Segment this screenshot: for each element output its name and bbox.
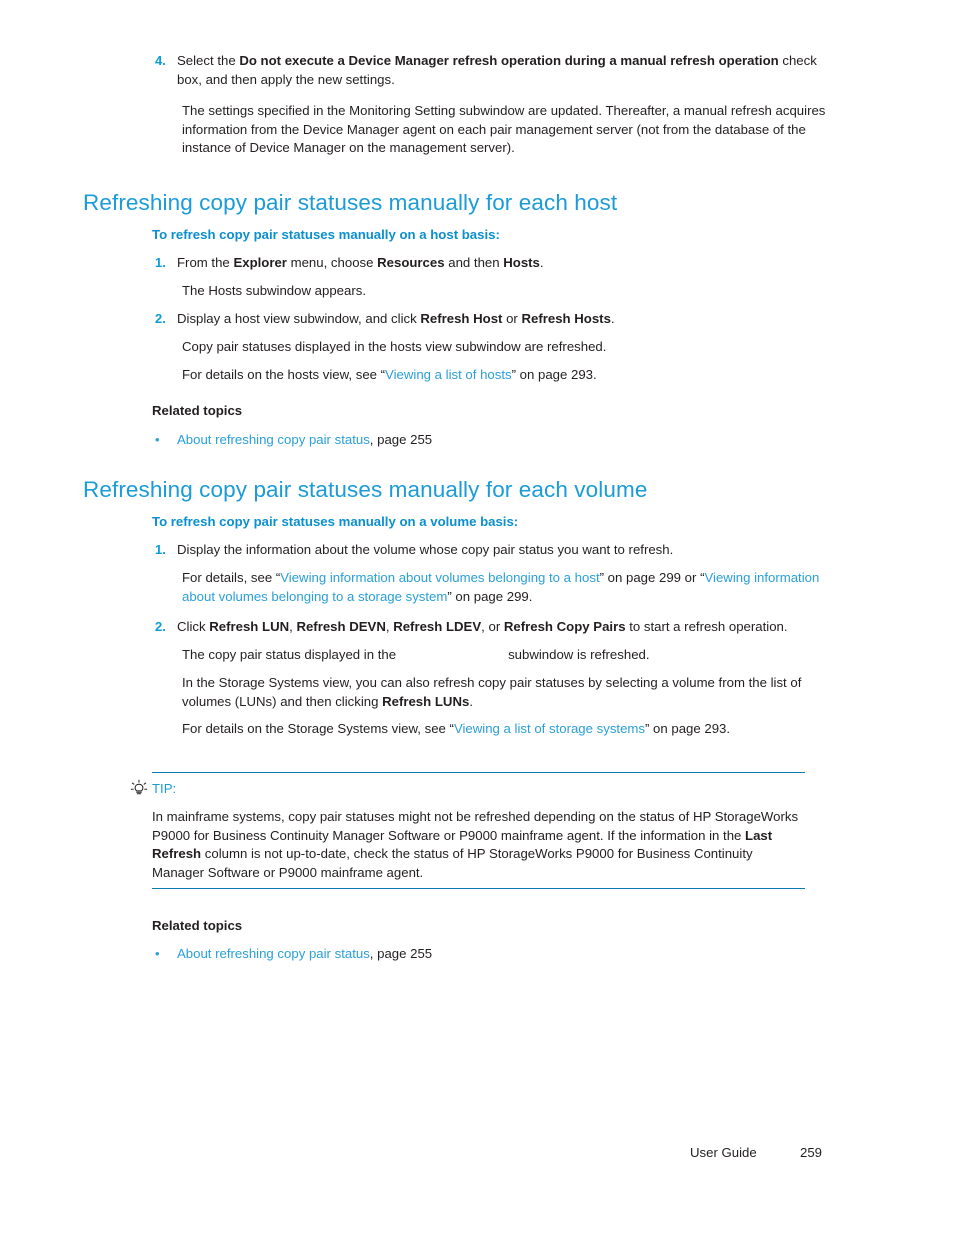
text-fragment: menu, choose [286,255,378,270]
text-fragment: . [469,693,473,709]
step-content: Select the Do not execute a Device Manag… [177,52,830,89]
footer-label: User Guide [690,1145,757,1160]
tip-box-top-rule [152,772,805,773]
step-number: 1. [155,542,166,557]
related-topic-page: , page 255 [369,432,433,447]
text-fragment: . [610,311,615,326]
text-fragment: ” on page 293. [511,367,597,382]
step-number: 2. [155,311,166,326]
text-fragment: Click [177,619,210,634]
step-content: From the Explorer menu, choose Resources… [177,254,830,273]
volume-step2-storage-note: In the Storage Systems view, you can als… [182,674,827,711]
step-number: 4. [155,53,166,68]
volume-step2-detail: For details on the Storage Systems view,… [182,720,832,739]
related-topics-heading-volume: Related topics [152,918,243,933]
text-fragment: subwindow is refreshed. [508,647,650,662]
step4-result-paragraph: The settings specified in the Monitoring… [182,103,826,156]
text-fragment: The copy pair status displayed in the [182,647,397,662]
menu-explorer: Explorer [233,255,287,270]
text-fragment: From the [177,255,234,270]
text-fragment: For details, see “ [182,570,281,585]
related-topic-list-item: • About refreshing copy pair status, pag… [155,431,755,450]
text-fragment: to start a refresh operation. [625,619,788,634]
tip-box-bottom-rule [152,888,805,889]
volume-step-2: 2. Click Refresh LUN, Refresh DEVN, Refr… [155,618,845,637]
host-step2-result: Copy pair statuses displayed in the host… [182,339,607,354]
text-fragment: ” on page 299 or “ [599,570,705,585]
text-fragment: In the Storage Systems view, you can als… [182,675,802,709]
tip-body-text: In mainframe systems, copy pair statuses… [152,808,807,882]
lightbulb-icon [130,779,148,799]
page-title-host-section: Refreshing copy pair statuses manually f… [83,190,618,215]
step-content: Click Refresh LUN, Refresh DEVN, Refresh… [177,618,845,637]
step-item-4: 4. Select the Do not execute a Device Ma… [155,52,830,89]
bullet-icon: • [155,432,160,447]
text-fragment: or [502,311,522,326]
text-fragment: column is not up-to-date, check the stat… [152,846,753,880]
text-fragment: ” on page 293. [645,721,731,736]
text-fragment: ” on page 299. [447,588,533,604]
tip-label: TIP: [152,781,177,796]
button-refresh-copy-pairs: Refresh Copy Pairs [503,619,626,634]
volume-step2-result: The copy pair status displayed in the sub… [182,646,832,665]
cross-reference-link-volumes-host[interactable]: Viewing information about volumes belong… [280,570,599,585]
menu-resources: Resources [377,255,445,270]
subheading-volume-procedure: To refresh copy pair statuses manually o… [152,514,519,529]
text-fragment: Display a host view subwindow, and click [177,311,421,326]
page-title-volume-section: Refreshing copy pair statuses manually f… [83,477,648,502]
related-topics-heading-host: Related topics [152,403,243,418]
host-step-2: 2. Display a host view subwindow, and cl… [155,310,830,329]
step4-text-before: Select the [177,53,240,68]
text-fragment: For details on the Storage Systems view,… [182,721,454,736]
text-fragment: In mainframe systems, copy pair statuses… [152,809,799,843]
bullet-icon: • [155,946,160,961]
cross-reference-link-viewing-list-of-hosts[interactable]: Viewing a list of hosts [385,367,512,382]
menu-hosts: Hosts [503,255,540,270]
step4-bold-option: Do not execute a Device Manager refresh … [239,53,779,68]
text-fragment: . [539,255,544,270]
cross-reference-link-storage-systems-list[interactable]: Viewing a list of storage systems [454,721,645,736]
button-refresh-host: Refresh Host [420,311,503,326]
related-topic-link[interactable]: About refreshing copy pair status [177,946,370,961]
document-page: 4. Select the Do not execute a Device Ma… [0,0,954,1235]
host-step1-result: The Hosts subwindow appears. [182,283,366,298]
text-fragment: and then [444,255,504,270]
text-fragment: , or [481,619,504,634]
step-number: 1. [155,255,166,270]
step-content: Display the information about the volume… [177,542,674,557]
host-step-1: 1. From the Explorer menu, choose Resour… [155,254,830,273]
footer-page-number: 259 [800,1145,823,1160]
host-step2-detail: For details on the hosts view, see “View… [182,366,830,385]
list-item-content: About refreshing copy pair status, page … [177,431,432,450]
step-content: Display a host view subwindow, and click… [177,310,830,329]
list-item-content: About refreshing copy pair status, page … [177,945,432,964]
step-number: 2. [155,619,166,634]
volume-step1-detail: For details, see “Viewing information ab… [182,569,832,606]
button-refresh-hosts: Refresh Hosts [521,311,611,326]
related-topic-link[interactable]: About refreshing copy pair status [177,432,370,447]
button-refresh-luns: Refresh LUNs [382,693,470,709]
subheading-host-procedure: To refresh copy pair statuses manually o… [152,227,500,242]
button-refresh-ldev: Refresh LDEV [393,619,482,634]
text-fragment: For details on the hosts view, see “ [182,367,386,382]
volume-step-1: 1. Display the information about the vol… [155,541,845,560]
related-topic-page: , page 255 [369,946,433,961]
related-topic-list-item: • About refreshing copy pair status, pag… [155,945,755,964]
button-refresh-lun: Refresh LUN [209,619,290,634]
button-refresh-devn: Refresh DEVN [296,619,386,634]
